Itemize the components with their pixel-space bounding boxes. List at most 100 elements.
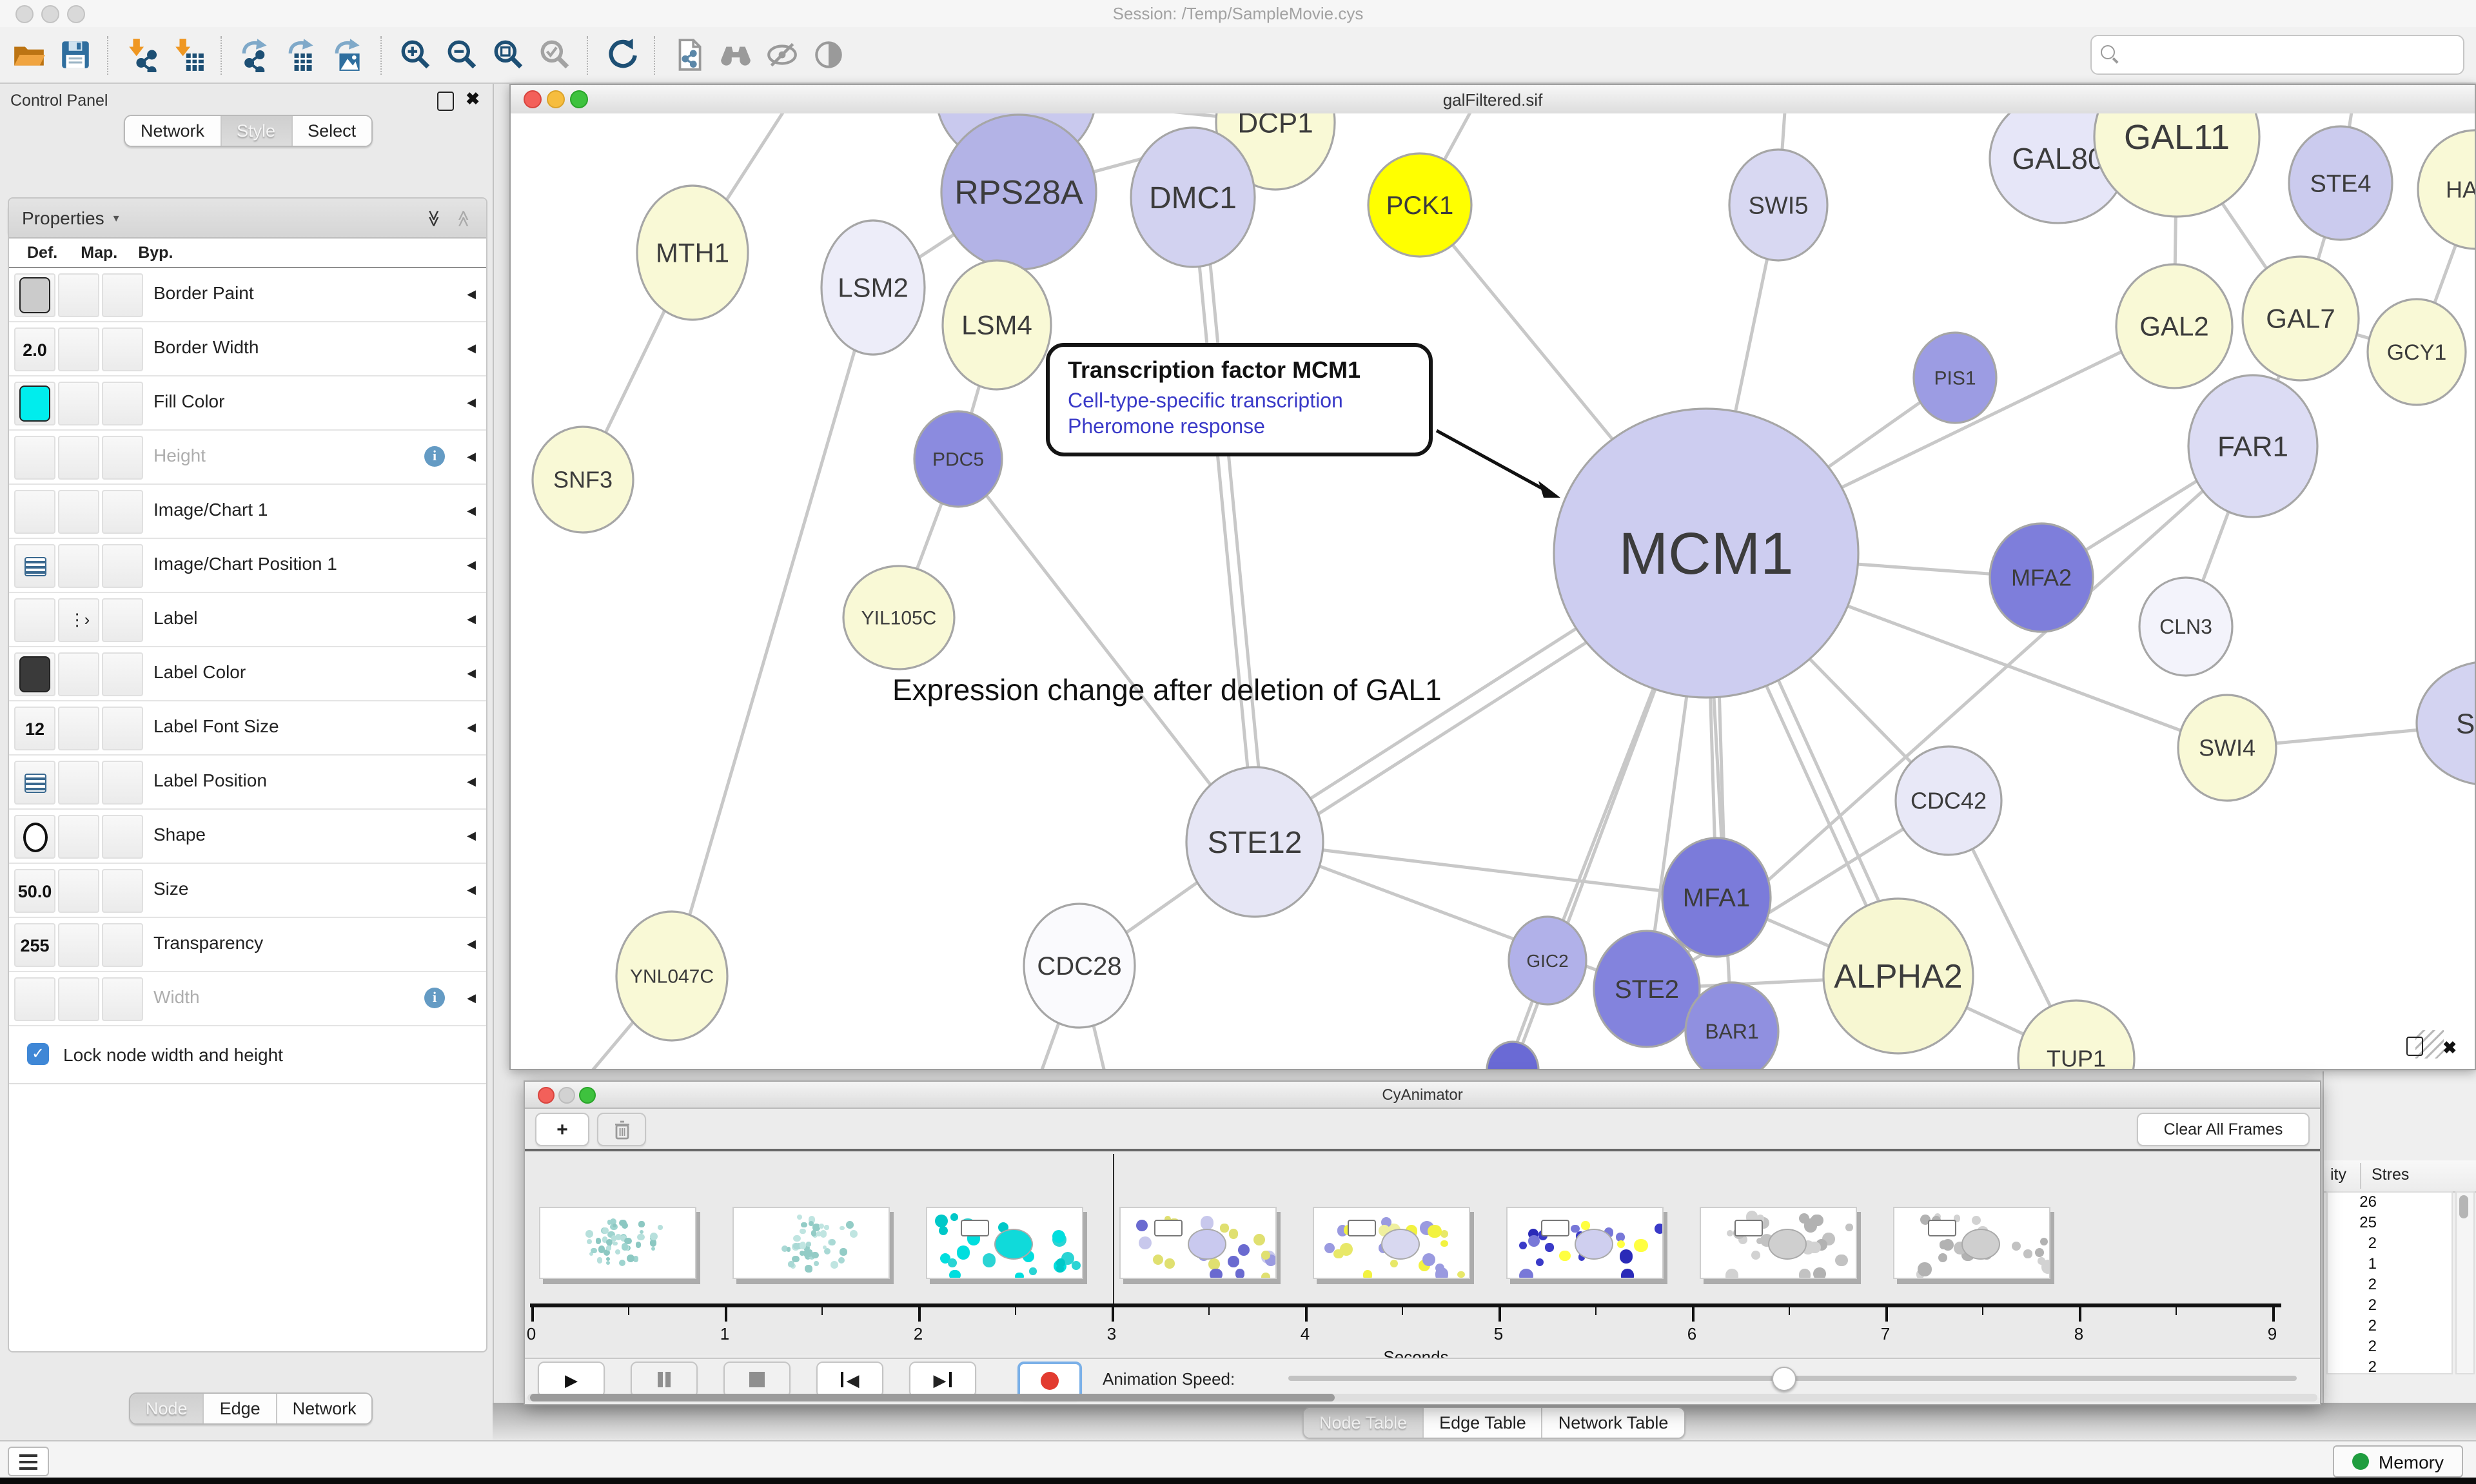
map-cell[interactable] <box>58 490 99 534</box>
map-cell[interactable] <box>58 436 99 480</box>
expand-row-icon[interactable]: ◀ <box>467 342 476 356</box>
byp-cell[interactable] <box>102 923 143 967</box>
scrollbar-thumb[interactable] <box>2459 1195 2468 1218</box>
timeline[interactable]: 0123456789 Seconds <box>525 1151 2320 1355</box>
annotation-callout[interactable]: Transcription factor MCM1 Cell-type-spec… <box>1046 343 1433 456</box>
map-cell[interactable] <box>58 382 99 425</box>
property-row[interactable]: 2.0Border Width◀ <box>9 322 486 376</box>
expand-row-icon[interactable]: ◀ <box>467 504 476 518</box>
expand-row-icon[interactable]: ◀ <box>467 883 476 897</box>
skip-end-button[interactable]: ▶ <box>909 1362 976 1398</box>
expand-row-icon[interactable]: ◀ <box>467 288 476 302</box>
byp-cell[interactable] <box>102 544 143 588</box>
table-vscrollbar[interactable] <box>2455 1191 2475 1374</box>
info-icon[interactable]: i <box>424 446 445 467</box>
clear-all-frames-button[interactable]: Clear All Frames <box>2137 1113 2310 1146</box>
tab-network-style[interactable]: Network <box>277 1394 372 1423</box>
tab-node[interactable]: Node <box>130 1394 204 1423</box>
byp-cell[interactable] <box>102 436 143 480</box>
def-cell[interactable]: 2.0 <box>14 327 55 371</box>
tab-node-table[interactable]: Node Table <box>1304 1408 1424 1438</box>
property-row[interactable]: ⋮›Label◀ <box>9 593 486 647</box>
expand-row-icon[interactable]: ◀ <box>467 450 476 464</box>
search-input[interactable] <box>2090 35 2464 75</box>
stop-button[interactable] <box>723 1362 791 1398</box>
def-cell[interactable] <box>14 977 55 1021</box>
byp-cell[interactable] <box>102 598 143 642</box>
network-node-MFA1[interactable]: MFA1 <box>1662 838 1771 957</box>
network-node-small[interactable] <box>1487 1042 1538 1069</box>
close-view-icon[interactable]: ✖ <box>2442 1038 2457 1059</box>
map-cell[interactable]: ⋮› <box>58 598 99 642</box>
def-cell[interactable] <box>14 544 55 588</box>
expand-row-icon[interactable]: ◀ <box>467 612 476 627</box>
table-cell-value[interactable]: 2 <box>2328 1234 2451 1255</box>
collapse-all-icon[interactable]: ≪ <box>456 209 473 226</box>
pause-button[interactable] <box>631 1362 698 1398</box>
table-cell-value[interactable]: 2 <box>2328 1296 2451 1316</box>
table-cell-value[interactable]: 2 <box>2328 1337 2451 1358</box>
network-canvas[interactable]: RPS28BRPS28ADCP1DMC1PCK1SWI5GAL80GAL11ST… <box>511 113 2475 1069</box>
info-icon[interactable]: i <box>424 988 445 1008</box>
tab-edge[interactable]: Edge <box>204 1394 277 1423</box>
expand-row-icon[interactable]: ◀ <box>467 558 476 572</box>
byp-cell[interactable] <box>102 273 143 317</box>
show-panels-button[interactable] <box>8 1447 49 1476</box>
network-node-SLT2[interactable]: SLT2 <box>2417 661 2475 785</box>
tab-edge-table[interactable]: Edge Table <box>1424 1408 1543 1438</box>
timeline-playhead[interactable] <box>1112 1154 1114 1305</box>
network-node-YNL047C[interactable]: YNL047C <box>616 912 727 1040</box>
table-cell-value[interactable]: 25 <box>2328 1213 2451 1234</box>
zoom-out-icon[interactable] <box>438 32 485 78</box>
float-view-icon[interactable] <box>2406 1037 2423 1056</box>
def-cell[interactable] <box>14 652 55 696</box>
network-node-GAL7[interactable]: GAL7 <box>2243 257 2359 380</box>
network-node-YIL105C[interactable]: YIL105C <box>843 566 954 669</box>
byp-cell[interactable] <box>102 977 143 1021</box>
expand-row-icon[interactable]: ◀ <box>467 829 476 843</box>
network-node-MFA2[interactable]: MFA2 <box>1990 523 2093 632</box>
network-node-FAR1[interactable]: FAR1 <box>2188 375 2317 517</box>
property-row[interactable]: Image/Chart Position 1◀ <box>9 539 486 593</box>
network-node-GIC2[interactable]: GIC2 <box>1509 917 1586 1004</box>
close-panel-icon[interactable]: ✖ <box>466 89 480 110</box>
map-cell[interactable] <box>58 761 99 805</box>
network-node-CDC28[interactable]: CDC28 <box>1024 904 1135 1028</box>
expand-row-icon[interactable]: ◀ <box>467 775 476 789</box>
def-cell[interactable]: 50.0 <box>14 869 55 913</box>
network-node-PDC5[interactable]: PDC5 <box>914 411 1002 507</box>
expand-row-icon[interactable]: ◀ <box>467 937 476 952</box>
map-cell[interactable] <box>58 815 99 859</box>
frame-thumbnail-4s[interactable] <box>1313 1207 1470 1279</box>
import-network-icon[interactable] <box>119 32 165 78</box>
table-cell-value[interactable]: 2 <box>2328 1316 2451 1337</box>
def-cell[interactable] <box>14 382 55 425</box>
expand-row-icon[interactable]: ◀ <box>467 667 476 681</box>
timeline-hscrollbar[interactable] <box>527 1394 2317 1401</box>
network-node-SWI4[interactable]: SWI4 <box>2178 695 2276 801</box>
byp-cell[interactable] <box>102 490 143 534</box>
network-node-GAL11[interactable]: GAL11 <box>2094 113 2259 217</box>
open-session-icon[interactable] <box>5 32 52 78</box>
def-cell[interactable] <box>14 490 55 534</box>
frame-thumbnail-3s[interactable] <box>1119 1207 1277 1279</box>
export-network-icon[interactable] <box>232 32 279 78</box>
save-session-icon[interactable] <box>52 32 98 78</box>
network-node-MCM1[interactable]: MCM1 <box>1554 409 1858 698</box>
frame-thumbnail-0s[interactable] <box>539 1207 696 1279</box>
property-row[interactable]: Widthi◀ <box>9 972 486 1026</box>
network-node-LSM4[interactable]: LSM4 <box>943 260 1051 389</box>
def-cell[interactable]: 12 <box>14 707 55 750</box>
byp-cell[interactable] <box>102 707 143 750</box>
frame-thumbnail-1s[interactable] <box>732 1207 890 1279</box>
frame-thumbnail-7s[interactable] <box>1893 1207 2050 1279</box>
property-row[interactable]: Fill Color◀ <box>9 376 486 431</box>
add-frame-button[interactable]: + <box>535 1113 589 1146</box>
property-row[interactable]: Label Color◀ <box>9 647 486 701</box>
network-node-CDC42[interactable]: CDC42 <box>1896 747 2001 855</box>
skip-start-button[interactable]: ◀ <box>816 1362 883 1398</box>
network-node-SNF3[interactable]: SNF3 <box>533 427 633 532</box>
expand-row-icon[interactable]: ◀ <box>467 721 476 735</box>
map-cell[interactable] <box>58 923 99 967</box>
property-row[interactable]: 12Label Font Size◀ <box>9 701 486 756</box>
